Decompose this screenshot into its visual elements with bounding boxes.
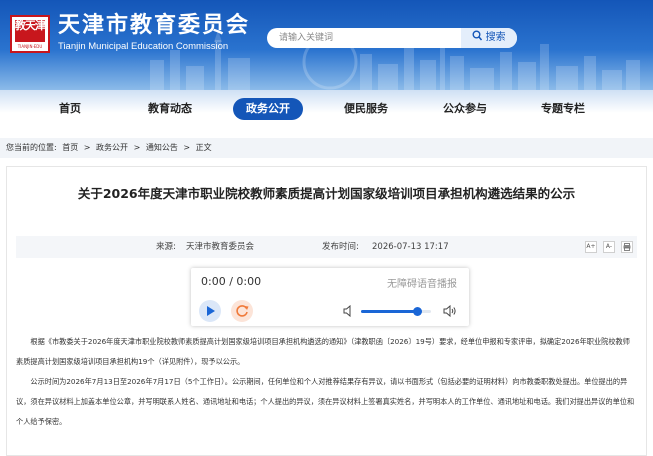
header-banner: 教天津 TIANJIN·EDU 天津市教育委员会 Tianjin Municip… xyxy=(0,0,653,90)
breadcrumb-item-current: 正文 xyxy=(195,143,212,152)
breadcrumb-separator: > xyxy=(83,143,91,152)
search-input[interactable] xyxy=(267,28,457,48)
logo-subtext: TIANJIN·EDU xyxy=(17,44,43,49)
article-paragraph: 根据《市教委关于2026年度天津市职业院校教师素质提高计划国家级培训项目承担机构… xyxy=(16,337,630,366)
replay-button[interactable] xyxy=(231,300,253,322)
source-value: 天津市教育委员会 xyxy=(186,242,255,252)
nav-item-education-news[interactable]: 教育动态 xyxy=(140,98,200,120)
replay-icon xyxy=(236,305,249,317)
search-icon xyxy=(472,30,483,41)
font-smaller-button[interactable]: A- xyxy=(603,241,615,253)
breadcrumb-item-government-affairs[interactable]: 政务公开 xyxy=(96,143,128,152)
site-subtitle: Tianjin Municipal Education Commission xyxy=(58,41,229,52)
nav-item-public-participation[interactable]: 公众参与 xyxy=(435,98,495,120)
search-bar: 搜索 xyxy=(267,28,517,48)
nav-item-government-affairs[interactable]: 政务公开 xyxy=(233,98,303,120)
play-icon xyxy=(207,306,215,316)
print-icon xyxy=(623,243,631,251)
article-paragraph: 公示时间为2026年7月13日至2026年7月17日（5个工作日）。公示期间，任… xyxy=(16,377,635,426)
accessibility-voice-label: 无障碍语音播报 xyxy=(387,279,457,290)
nav-item-special-topics[interactable]: 专题专栏 xyxy=(533,98,593,120)
play-button[interactable] xyxy=(199,300,221,322)
player-time: 0:00 / 0:00 xyxy=(201,275,262,288)
nav-item-home[interactable]: 首页 xyxy=(50,98,90,120)
site-title[interactable]: 天津市教育委员会 xyxy=(58,13,250,39)
breadcrumb-separator: > xyxy=(133,143,141,152)
article-title: 关于2026年度天津市职业院校教师素质提高计划国家级培训项目承担机构遴选结果的公… xyxy=(77,186,576,201)
breadcrumb: 您当前的位置: 首页 > 政务公开 > 通知公告 > 正文 xyxy=(0,138,653,158)
article-meta-bar: 来源: 天津市教育委员会 发布时间: 2026-07-13 17:17 A+ A… xyxy=(16,236,637,258)
date-value: 2026-07-13 17:17 xyxy=(372,242,449,252)
site-logo[interactable]: 教天津 TIANJIN·EDU xyxy=(10,15,50,53)
search-button-label: 搜索 xyxy=(485,32,506,43)
volume-slider[interactable] xyxy=(361,307,431,316)
font-larger-button[interactable]: A+ xyxy=(585,241,597,253)
logo-seal: 教天津 xyxy=(15,20,46,42)
breadcrumb-separator: > xyxy=(183,143,191,152)
nav-item-public-services[interactable]: 便民服务 xyxy=(336,98,396,120)
source-label: 来源: xyxy=(156,242,176,252)
main-nav: 首页 教育动态 政务公开 便民服务 公众参与 专题专栏 xyxy=(0,90,653,128)
audio-player: 0:00 / 0:00 无障碍语音播报 xyxy=(191,268,469,326)
volume-high-icon[interactable] xyxy=(443,305,457,317)
volume-slider-fill xyxy=(361,310,417,313)
volume-slider-handle[interactable] xyxy=(413,307,422,316)
print-button[interactable] xyxy=(621,241,633,253)
date-label: 发布时间: xyxy=(322,242,359,252)
breadcrumb-item-home[interactable]: 首页 xyxy=(62,143,78,152)
search-button[interactable]: 搜索 xyxy=(461,28,517,48)
volume-low-icon[interactable] xyxy=(343,305,354,317)
breadcrumb-prefix: 您当前的位置: xyxy=(6,143,57,152)
breadcrumb-item-notices[interactable]: 通知公告 xyxy=(146,143,178,152)
